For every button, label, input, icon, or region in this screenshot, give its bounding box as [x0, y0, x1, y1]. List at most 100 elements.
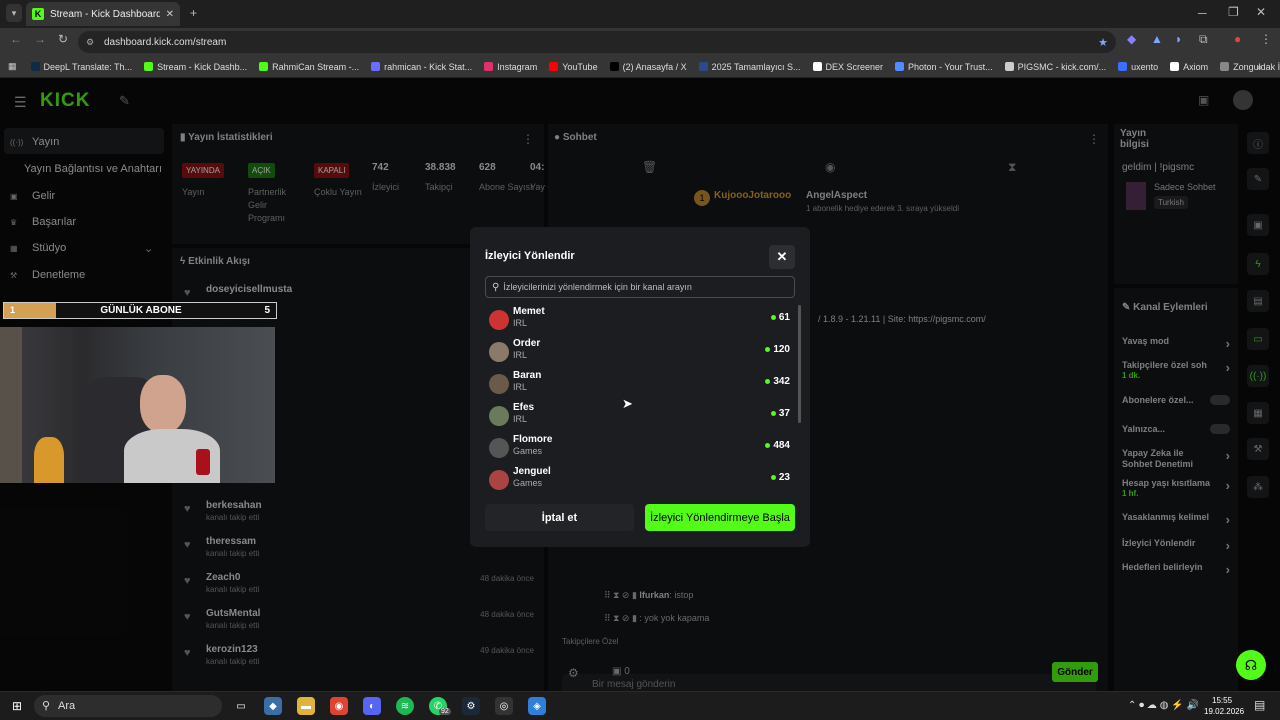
- redirect-viewers-modal: İzleyici Yönlendir ✕ ⚲ MemetIRL61OrderIR…: [470, 227, 810, 547]
- windows-start-icon[interactable]: ⊞: [8, 697, 26, 715]
- channel-row[interactable]: Order IRL 120: [485, 337, 795, 365]
- extension-icon[interactable]: ▲: [1151, 32, 1163, 46]
- bookmark-favicon-icon: [1118, 62, 1128, 71]
- channel-list-scrollbar[interactable]: [798, 305, 801, 423]
- bookmark-item[interactable]: DEX Screener: [812, 61, 884, 72]
- channel-row[interactable]: Jenguel Games 23: [485, 465, 795, 493]
- close-window-icon[interactable]: ✕: [1256, 5, 1266, 19]
- profile-avatar-icon[interactable]: ●: [1234, 32, 1241, 46]
- site-info-icon[interactable]: ⚙: [86, 37, 94, 48]
- channel-row[interactable]: Baran IRL 342: [485, 369, 795, 397]
- channel-row[interactable]: Memet IRL 61: [485, 305, 795, 333]
- file-explorer-icon[interactable]: ▬: [297, 697, 315, 715]
- more-bookmarks-icon[interactable]: »: [1257, 62, 1262, 72]
- apps-grid-icon[interactable]: ▦: [8, 61, 17, 72]
- bookmark-item[interactable]: Instagram: [484, 62, 537, 72]
- extension-icon[interactable]: ◆: [1127, 32, 1136, 46]
- bookmark-item[interactable]: Axiom: [1170, 62, 1208, 72]
- tray-icons[interactable]: ⌃ ⏺ ☁ ◍ ⚡ 🔊: [1128, 700, 1199, 711]
- minimize-icon[interactable]: ─: [1198, 6, 1207, 20]
- bookmark-favicon-icon: [30, 62, 40, 71]
- app-icon[interactable]: ◈: [528, 697, 546, 715]
- reload-icon[interactable]: ↻: [58, 32, 68, 46]
- bookmark-item[interactable]: Zonguldak İngilizce...: [1220, 62, 1280, 72]
- goal-label: GÜNLÜK ABONE: [100, 305, 182, 316]
- kick-favicon-icon: K: [32, 8, 44, 20]
- url-field[interactable]: ⚙ dashboard.kick.com/stream ★: [78, 31, 1116, 53]
- help-support-button[interactable]: ☊: [1236, 650, 1266, 680]
- channel-name: Memet: [513, 306, 545, 317]
- bookmark-item[interactable]: PIGSMC - kick.com/...: [1004, 62, 1106, 72]
- bookmark-item[interactable]: rahmican - Kick Stat...: [371, 62, 472, 72]
- browser-tab[interactable]: K Stream - Kick Dashboard ✕: [26, 2, 180, 26]
- task-view-icon[interactable]: ▭: [232, 697, 250, 715]
- bookmark-favicon-icon: [144, 62, 154, 71]
- bookmark-star-icon[interactable]: ★: [1098, 36, 1108, 49]
- discord-icon[interactable]: ◐: [363, 697, 381, 715]
- channel-avatar: [489, 310, 509, 330]
- viewer-count: 120: [773, 344, 790, 355]
- bookmark-item[interactable]: RahmiCan Stream -...: [259, 62, 359, 72]
- clock-date[interactable]: 19.02.2026: [1204, 707, 1244, 716]
- live-dot-icon: [770, 315, 776, 320]
- restore-icon[interactable]: ❐: [1228, 5, 1239, 19]
- channel-name: Flomore: [513, 434, 553, 445]
- bookmark-item[interactable]: 2025 Tamamlayıcı S...: [698, 62, 801, 72]
- bookmark-favicon-icon: [1004, 62, 1014, 71]
- channel-search-input[interactable]: [503, 282, 784, 292]
- cancel-button[interactable]: İptal et: [485, 504, 634, 531]
- steam-icon[interactable]: ⚙: [462, 697, 480, 715]
- bookmark-item[interactable]: (2) Anasayfa / X: [609, 61, 687, 72]
- bookmark-label: DEX Screener: [825, 61, 884, 72]
- start-redirect-button[interactable]: İzleyici Yönlendirmeye Başla: [645, 504, 795, 531]
- close-tab-icon[interactable]: ✕: [166, 9, 174, 20]
- windows-taskbar: ⊞ ⚲ Ara ▭ ◆ ▬ ◉ ◐ ≋ ✆ 92 ⚙ ◎ ◈ ⌃ ⏺ ☁ ◍ ⚡…: [0, 691, 1280, 720]
- bookmark-item[interactable]: DeepL Translate: Th...: [30, 62, 132, 72]
- obs-icon[interactable]: ◎: [495, 697, 513, 715]
- bookmark-favicon-icon: [259, 62, 269, 71]
- spotify-icon[interactable]: ≋: [396, 697, 414, 715]
- bookmark-label: (2) Anasayfa / X: [622, 61, 687, 72]
- channel-name: Jenguel: [513, 466, 551, 477]
- address-bar-row: ← → ↻ ⚙ dashboard.kick.com/stream ★ ◆ ▲ …: [0, 28, 1280, 56]
- new-tab-icon[interactable]: +: [190, 6, 197, 20]
- channel-category: Games: [513, 478, 543, 488]
- tab-search-icon[interactable]: ▾: [6, 4, 22, 22]
- channel-avatar: [489, 342, 509, 362]
- bookmark-item[interactable]: Photon - Your Trust...: [895, 62, 993, 72]
- close-modal-button[interactable]: ✕: [769, 245, 795, 269]
- goal-target: 5: [264, 305, 270, 316]
- channel-row[interactable]: Flomore Games 484: [485, 433, 795, 461]
- channel-search-field[interactable]: ⚲: [485, 276, 795, 298]
- bookmark-item[interactable]: uxento: [1118, 62, 1158, 72]
- bookmark-favicon-icon: [371, 62, 381, 71]
- extension-icon[interactable]: ◗: [1175, 32, 1182, 46]
- channel-row[interactable]: Efes IRL 37: [485, 401, 795, 429]
- search-icon: ⚲: [492, 281, 500, 293]
- tab-title: Stream - Kick Dashboard: [50, 8, 160, 20]
- notification-icon[interactable]: ▤: [1254, 698, 1265, 712]
- forward-icon[interactable]: →: [34, 32, 46, 46]
- back-icon[interactable]: ←: [10, 32, 22, 46]
- menu-dots-icon[interactable]: ⋮: [1260, 32, 1272, 46]
- channel-category: IRL: [513, 414, 528, 424]
- channel-avatar: [489, 438, 509, 458]
- chrome-icon[interactable]: ◉: [330, 697, 348, 715]
- app-icon[interactable]: ◆: [264, 697, 282, 715]
- bookmark-favicon-icon: [1220, 62, 1230, 71]
- bookmark-item[interactable]: YouTube: [549, 61, 598, 72]
- live-dot-icon: [765, 443, 771, 448]
- taskbar-search[interactable]: ⚲ Ara: [34, 695, 222, 717]
- clock-time[interactable]: 15:55: [1212, 696, 1232, 705]
- extensions-puzzle-icon[interactable]: ⧉: [1199, 32, 1208, 47]
- bookmarks-bar: ▦ DeepL Translate: Th... Stream - Kick Da…: [0, 56, 1280, 78]
- bookmark-label: YouTube: [562, 61, 598, 72]
- bookmark-label: Axiom: [1183, 61, 1209, 72]
- channel-name: Order: [513, 338, 541, 349]
- channel-viewers: 342: [765, 376, 790, 387]
- channel-avatar: [489, 406, 509, 426]
- bookmark-label: rahmican - Kick Stat...: [384, 61, 473, 72]
- channel-viewers: 484: [765, 440, 790, 451]
- bookmark-item[interactable]: Stream - Kick Dashb...: [144, 62, 247, 72]
- channel-name: Efes: [513, 402, 535, 413]
